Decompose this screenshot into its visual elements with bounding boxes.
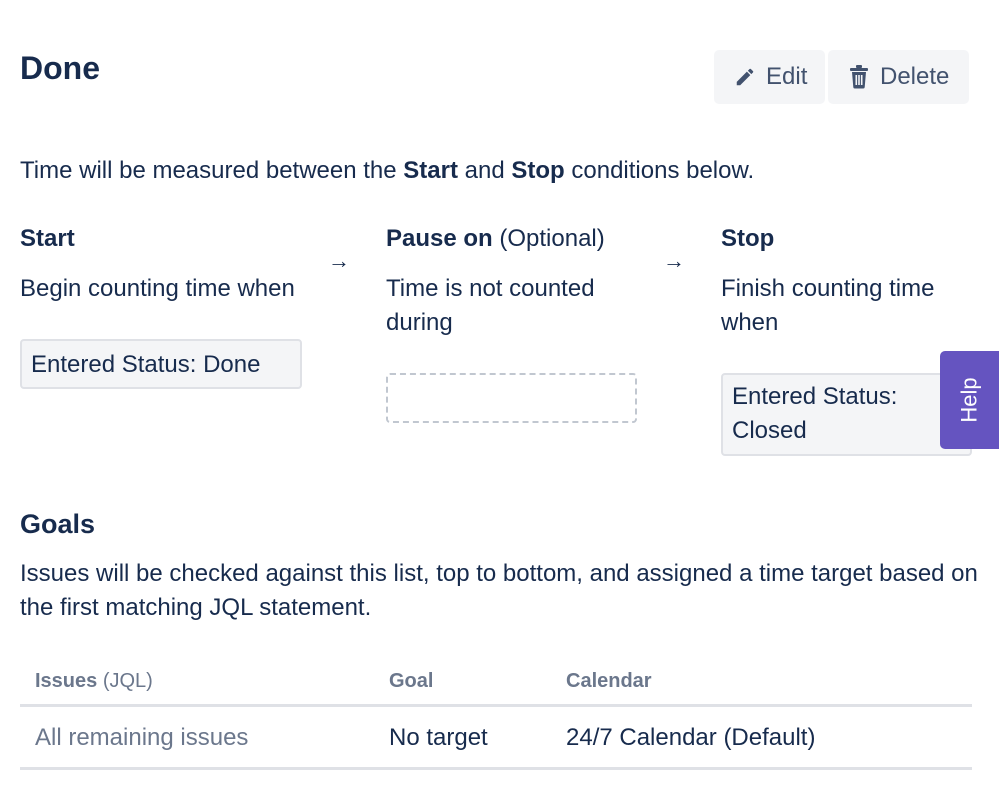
intro-middle: and <box>457 157 512 184</box>
stop-description: Finish counting time when <box>721 275 935 336</box>
row-calendar-cell: 24/7 Calendar (Default) <box>566 724 816 751</box>
edit-button[interactable]: Edit <box>714 50 825 104</box>
intro-start-word: Start <box>403 157 458 184</box>
stop-condition-column: Stop Finish counting time when <box>721 222 971 340</box>
goals-table: Issues (JQL) Goal Calendar All remaining… <box>20 660 972 770</box>
delete-button[interactable]: Delete <box>828 50 969 104</box>
start-condition-column: Start Begin counting time when <box>20 222 320 306</box>
intro-suffix: conditions below. <box>564 157 755 184</box>
measurement-intro: Time will be measured between the Start … <box>20 154 754 188</box>
help-label: Help <box>956 377 982 423</box>
goals-heading: Goals <box>20 509 96 539</box>
delete-button-label: Delete <box>880 63 950 90</box>
pause-condition-dropzone[interactable] <box>386 373 637 423</box>
goals-table-header: Issues (JQL) Goal Calendar <box>20 660 972 707</box>
column-header-goal: Goal <box>389 670 434 692</box>
column-header-calendar: Calendar <box>566 670 652 692</box>
stop-condition-lozenge[interactable]: Entered Status: Closed <box>721 373 972 456</box>
pause-optional-label: (Optional) <box>492 225 605 252</box>
intro-stop-word: Stop <box>511 157 565 184</box>
trash-icon <box>848 65 870 89</box>
help-tab[interactable]: Help <box>940 351 999 449</box>
start-condition-lozenge[interactable]: Entered Status: Done <box>20 339 302 389</box>
column-header-issues-label: Issues <box>35 670 98 692</box>
stop-heading: Stop <box>721 225 775 252</box>
table-row[interactable]: All remaining issues No target 24/7 Cale… <box>20 707 972 770</box>
edit-button-label: Edit <box>766 63 808 90</box>
pause-heading-label: Pause on <box>386 225 493 252</box>
pencil-icon <box>734 66 756 88</box>
column-header-issues: Issues (JQL) <box>35 668 153 694</box>
intro-prefix: Time will be measured between the <box>20 157 404 184</box>
start-description: Begin counting time when <box>20 275 295 302</box>
start-heading: Start <box>20 225 75 252</box>
page-title: Done <box>20 50 100 86</box>
pause-description: Time is not counted during <box>386 275 595 336</box>
column-header-issues-suffix: (JQL) <box>97 670 153 692</box>
row-issues-cell: All remaining issues <box>35 724 249 751</box>
arrow-right-icon: → <box>328 248 350 273</box>
pause-condition-column: Pause on (Optional) Time is not counted … <box>386 222 646 340</box>
pause-heading: Pause on (Optional) <box>386 222 646 256</box>
arrow-right-icon: → <box>663 248 685 273</box>
row-goal-cell: No target <box>389 724 488 751</box>
goals-description: Issues will be checked against this list… <box>20 560 978 621</box>
